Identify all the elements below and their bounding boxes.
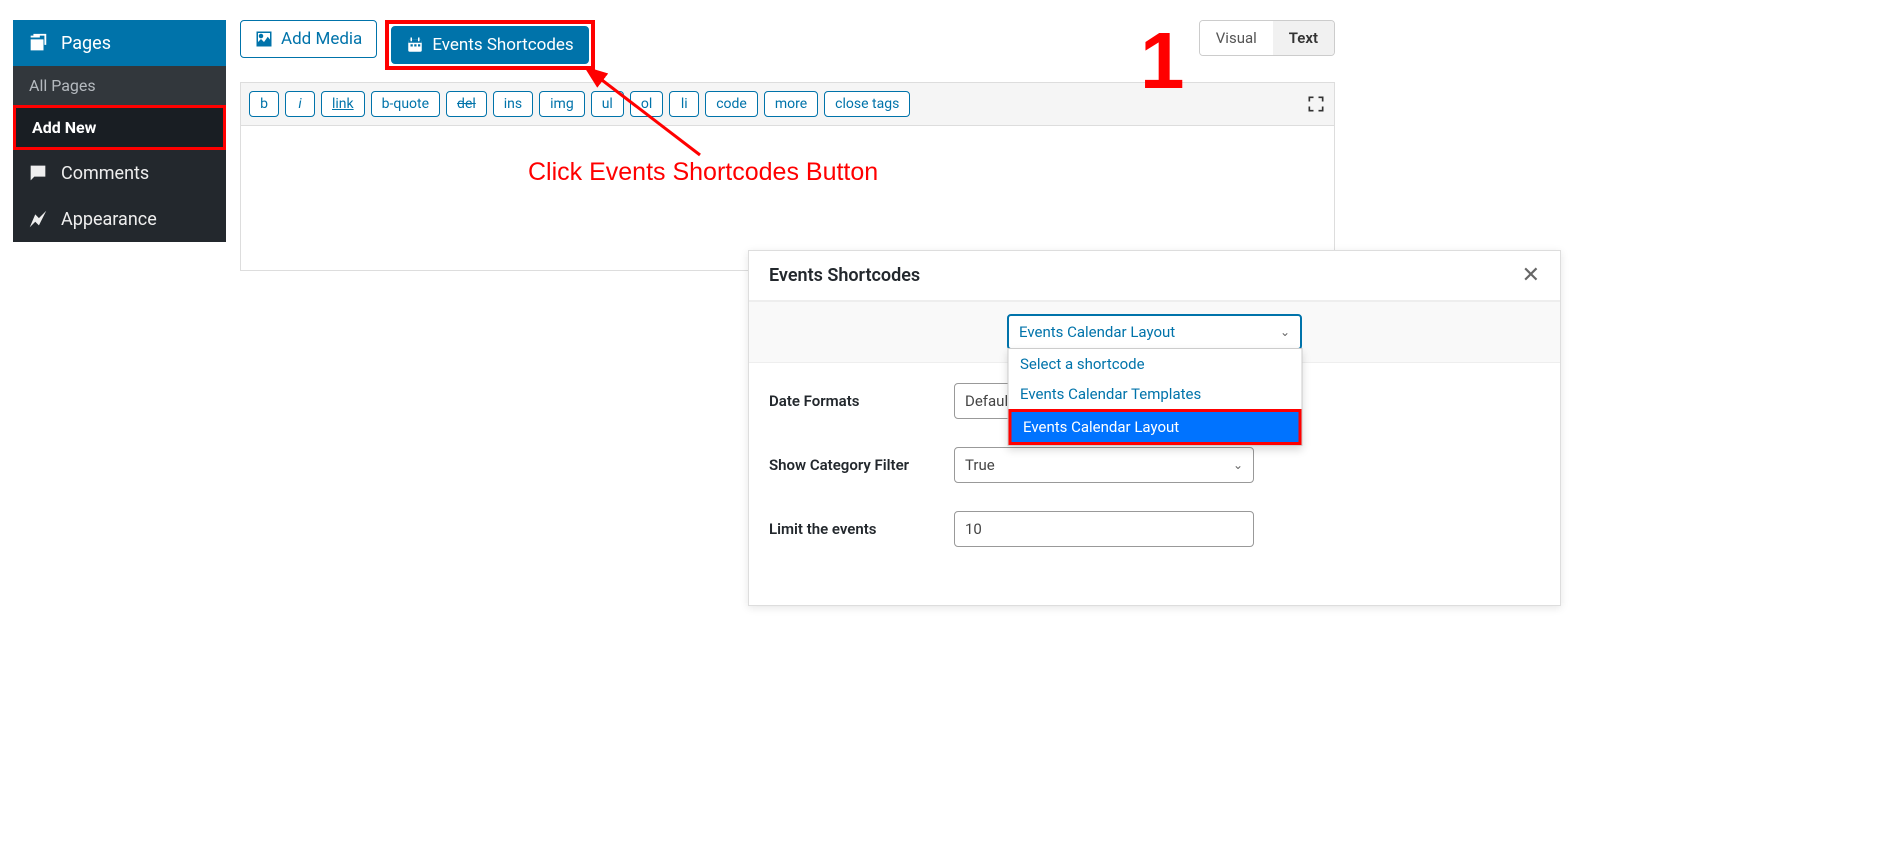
modal-close-button[interactable]: ✕ [1522,263,1540,288]
row-limit-events: Limit the events [769,511,1540,547]
modal-header: Events Shortcodes ✕ [749,251,1560,301]
dropdown-option-templates[interactable]: Events Calendar Templates [1008,379,1301,409]
editor-tabs: Visual Text [1199,20,1335,56]
sidebar-label-appearance: Appearance [61,209,157,230]
add-media-button[interactable]: Add Media [240,20,377,58]
tab-text[interactable]: Text [1273,21,1334,55]
chevron-down-icon: ⌄ [1233,458,1243,472]
select-show-category-value: True [965,456,995,474]
pages-icon [27,32,49,54]
tool-ins[interactable]: ins [493,91,533,117]
label-limit-events: Limit the events [769,520,954,538]
label-show-category: Show Category Filter [769,456,954,474]
shortcode-select[interactable]: Events Calendar Layout ⌄ [1007,314,1302,350]
sidebar-item-appearance[interactable]: Appearance [13,196,226,242]
tool-close-tags[interactable]: close tags [824,91,910,117]
row-show-category: Show Category Filter True ⌄ [769,447,1540,483]
tool-code[interactable]: code [705,91,758,117]
modal-shortcode-select-row: Events Calendar Layout ⌄ Select a shortc… [749,301,1560,363]
fullscreen-icon[interactable] [1306,94,1326,114]
tool-link[interactable]: link [321,91,365,117]
tool-italic[interactable]: i [285,91,315,117]
select-show-category[interactable]: True ⌄ [954,447,1254,483]
sidebar-label-pages: Pages [61,33,111,54]
tool-del[interactable]: del [446,91,487,117]
add-media-label: Add Media [281,29,362,49]
appearance-icon [27,208,49,230]
sidebar-label-comments: Comments [61,163,149,184]
sidebar-sub-add-new[interactable]: Add New [13,105,226,150]
chevron-down-icon: ⌄ [1280,325,1290,339]
dropdown-option-layout[interactable]: Events Calendar Layout [1011,412,1298,442]
highlight-events-shortcodes: Events Shortcodes [385,20,594,70]
modal-title: Events Shortcodes [769,265,920,286]
annotation-num-1: 1 [1140,15,1185,107]
admin-sidebar: Pages All Pages Add New Comments Appeara… [13,20,226,242]
comments-icon [27,162,49,184]
events-shortcodes-label: Events Shortcodes [432,35,573,55]
events-shortcodes-modal: Events Shortcodes ✕ Events Calendar Layo… [748,250,1561,606]
shortcode-select-value: Events Calendar Layout [1019,323,1175,341]
annotation-arrow-1 [580,65,710,165]
media-icon [255,30,273,48]
tool-bquote[interactable]: b-quote [371,91,440,117]
sidebar-sub-all-pages[interactable]: All Pages [13,66,226,105]
highlight-dropdown-layout: Events Calendar Layout [1008,409,1301,445]
label-date-formats: Date Formats [769,392,954,410]
events-shortcodes-button[interactable]: Events Shortcodes [391,26,588,64]
tab-visual[interactable]: Visual [1200,21,1273,55]
tool-more[interactable]: more [764,91,818,117]
input-limit-events[interactable] [954,511,1254,547]
dropdown-option-select[interactable]: Select a shortcode [1008,349,1301,379]
shortcode-dropdown: Select a shortcode Events Calendar Templ… [1007,348,1302,446]
tool-img[interactable]: img [539,91,585,117]
sidebar-item-comments[interactable]: Comments [13,150,226,196]
sidebar-item-pages[interactable]: Pages [13,20,226,66]
tool-bold[interactable]: b [249,91,279,117]
calendar-icon [406,36,424,54]
